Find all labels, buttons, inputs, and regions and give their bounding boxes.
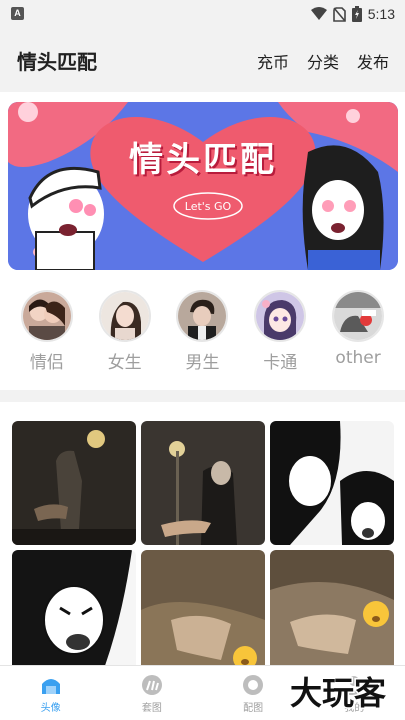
- tab-label: 配图: [243, 703, 264, 714]
- header-actions: 充币 分类 发布: [257, 49, 389, 73]
- category-label: 男生: [185, 353, 220, 373]
- page-title: 情头匹配: [17, 50, 97, 74]
- avatar-tile[interactable]: [12, 550, 136, 665]
- category-other[interactable]: other: [327, 280, 389, 380]
- category-boy[interactable]: 男生: [171, 280, 233, 380]
- banner-title: 情头匹配: [129, 140, 277, 180]
- category-cartoon[interactable]: 卡通: [249, 280, 311, 380]
- promo-banner[interactable]: Let's GO 情头匹配: [8, 102, 398, 270]
- category-row: 情侣 女生 男生 卡通 other: [0, 280, 405, 380]
- app-notification-icon: A: [11, 7, 24, 20]
- banner-button-text: Let's GO: [185, 200, 232, 213]
- category-label: 情侣: [29, 353, 64, 373]
- avatar-grid: [12, 421, 394, 665]
- category-couple[interactable]: 情侣: [16, 280, 78, 380]
- section-divider: [0, 390, 405, 402]
- category-label: other: [335, 348, 381, 368]
- category-girl[interactable]: 女生: [94, 280, 156, 380]
- gallery-icon: [141, 675, 162, 695]
- category-avatar: [332, 290, 385, 342]
- avatar-tile[interactable]: [141, 421, 265, 545]
- tab-gallery[interactable]: 套图: [101, 666, 202, 720]
- publish-button[interactable]: 发布: [357, 49, 389, 73]
- avatar-tile[interactable]: [270, 550, 394, 665]
- category-avatar: [176, 290, 229, 342]
- category-avatar: [98, 290, 151, 342]
- category-avatar: [254, 290, 307, 342]
- avatar-icon: [41, 679, 60, 694]
- status-bar: A 5:13: [0, 0, 405, 28]
- category-label: 女生: [107, 353, 142, 373]
- banner-illustration: Let's GO: [8, 102, 398, 270]
- watermark: 大玩客: [288, 673, 387, 714]
- battery-charging-icon: [351, 6, 362, 22]
- app-header: 情头匹配 充币 分类 发布: [0, 28, 405, 92]
- status-icons: 5:13: [310, 4, 395, 24]
- category-button[interactable]: 分类: [307, 49, 339, 73]
- avatar-tile[interactable]: [141, 550, 265, 665]
- tab-avatar[interactable]: 头像: [0, 666, 101, 720]
- match-icon: [243, 675, 264, 695]
- avatar-tile[interactable]: [12, 421, 136, 545]
- tab-label: 套图: [141, 703, 162, 714]
- recharge-button[interactable]: 充币: [257, 49, 289, 73]
- tab-label: 头像: [40, 703, 61, 714]
- avatar-tile[interactable]: [270, 421, 394, 545]
- no-sim-icon: [332, 6, 346, 22]
- category-label: 卡通: [263, 353, 298, 373]
- category-avatar: [20, 290, 73, 342]
- wifi-icon: [310, 7, 327, 20]
- watermark-text: 大玩客: [290, 674, 386, 712]
- clock: 5:13: [367, 6, 395, 22]
